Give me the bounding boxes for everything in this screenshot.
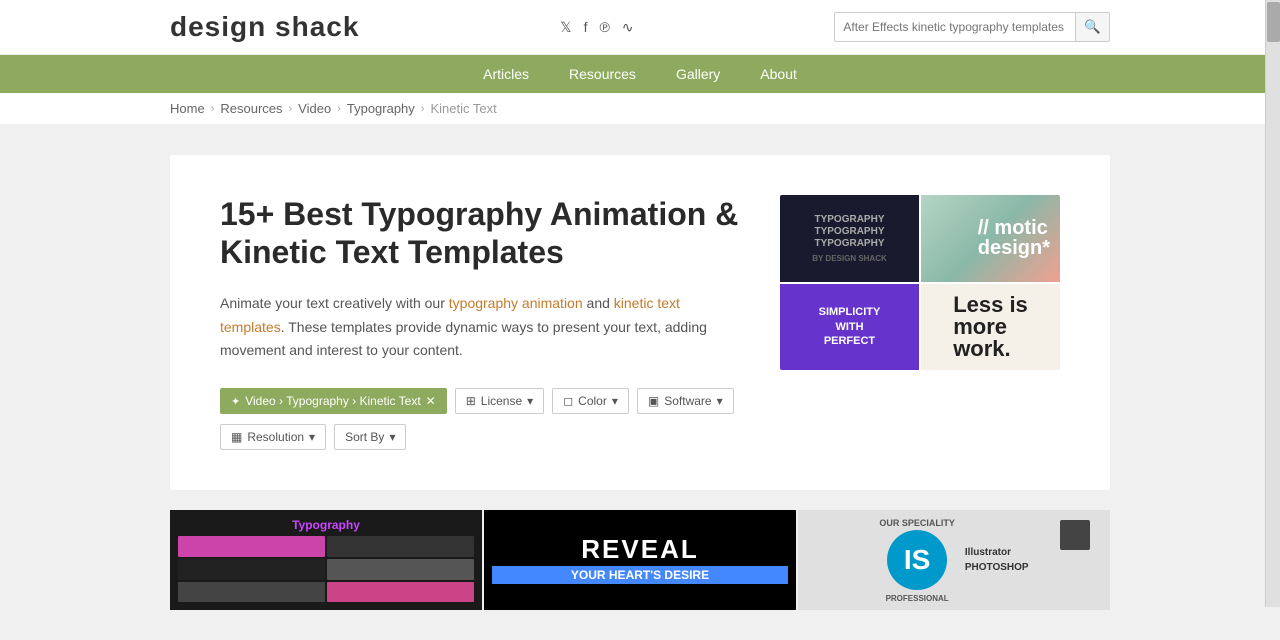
breadcrumb-sep2: ›: [289, 103, 293, 115]
social-icons: 𝕏 f ℗ ∿: [560, 19, 633, 36]
color-chevron: ▾: [612, 394, 618, 408]
thumb3-square: [1060, 520, 1090, 550]
color-label: Color: [578, 394, 607, 408]
scrollbar-thumb[interactable]: [1267, 2, 1280, 42]
thumb1-cell3: [178, 559, 325, 580]
hero-image: TYPOGRAPHY TYPOGRAPHY TYPOGRAPHY BY DESI…: [780, 195, 1060, 370]
thumb1-cell5: [178, 582, 325, 603]
thumb1-grid: [178, 536, 474, 602]
rss-icon[interactable]: ∿: [622, 19, 634, 36]
thumb1-cell2: [327, 536, 474, 557]
thumb2-reveal: REVEAL: [581, 536, 698, 562]
license-label: License: [481, 394, 522, 408]
license-filter-btn[interactable]: ⊞ License ▾: [455, 388, 544, 414]
thumb3-illustrator: Illustrator: [965, 547, 1029, 558]
thumb2-desire: YOUR HEART'S DESIRE: [492, 566, 788, 584]
pinterest-icon[interactable]: ℗: [599, 19, 609, 35]
active-filter-btn[interactable]: ✦ Video › Typography › Kinetic Text ✕: [220, 388, 447, 414]
logo-part2: shack: [275, 11, 359, 42]
thumb1-label: Typography: [292, 518, 360, 532]
active-filter-label: Video › Typography › Kinetic Text: [245, 394, 420, 408]
license-icon: ⊞: [466, 394, 476, 408]
software-icon: ▣: [648, 394, 659, 408]
thumb3-is-text: IS: [904, 544, 930, 576]
page-title: 15+ Best Typography Animation & Kinetic …: [220, 195, 740, 272]
hero-less-text: Less is more work.: [953, 294, 1028, 360]
breadcrumb: Home › Resources › Video › Typography › …: [0, 93, 1280, 125]
page-description: Animate your text creatively with our ty…: [220, 292, 740, 363]
thumb3-right: Illustrator PHOTOSHOP: [965, 547, 1029, 573]
license-chevron: ▾: [527, 394, 533, 408]
content-left: 15+ Best Typography Animation & Kinetic …: [220, 195, 740, 450]
sortby-filter-btn[interactable]: Sort By ▾: [334, 424, 406, 450]
thumb3-top-text: OUR SPECIALITY: [879, 518, 955, 528]
nav-gallery[interactable]: Gallery: [656, 55, 740, 93]
resolution-chevron: ▾: [309, 430, 315, 444]
logo-part1: design: [170, 11, 275, 42]
hero-typography-text: TYPOGRAPHY TYPOGRAPHY TYPOGRAPHY BY DESI…: [812, 214, 887, 263]
hero-cell-typography: TYPOGRAPHY TYPOGRAPHY TYPOGRAPHY BY DESI…: [780, 195, 919, 282]
content-box: 15+ Best Typography Animation & Kinetic …: [170, 155, 1110, 490]
thumbnail-1[interactable]: Typography: [170, 510, 482, 610]
resolution-filter-btn[interactable]: ▦ Resolution ▾: [220, 424, 326, 450]
nav-articles[interactable]: Articles: [463, 55, 549, 93]
main-nav: Articles Resources Gallery About: [0, 55, 1280, 93]
thumb1-cell1: [178, 536, 325, 557]
thumb1-cell4: [327, 559, 474, 580]
resolution-label: Resolution: [247, 430, 304, 444]
breadcrumb-typography[interactable]: Typography: [347, 101, 415, 116]
secondary-filters: ▦ Resolution ▾ Sort By ▾: [220, 424, 740, 450]
breadcrumb-sep3: ›: [337, 103, 341, 115]
breadcrumb-resources[interactable]: Resources: [220, 101, 282, 116]
thumb3-left: OUR SPECIALITY IS PROFESSIONAL: [879, 518, 955, 603]
filters: ✦ Video › Typography › Kinetic Text ✕ ⊞ …: [220, 388, 740, 414]
thumbnail-2[interactable]: REVEAL YOUR HEART'S DESIRE: [484, 510, 796, 610]
tag-icon: ✦: [231, 395, 240, 408]
thumb3-is-circle: IS: [887, 530, 947, 590]
hero-cell-motion: // motic design*: [921, 195, 1060, 282]
nav-resources[interactable]: Resources: [549, 55, 656, 93]
thumb1-cell6: [327, 582, 474, 603]
content-right: TYPOGRAPHY TYPOGRAPHY TYPOGRAPHY BY DESI…: [780, 195, 1060, 450]
resolution-icon: ▦: [231, 430, 242, 444]
header: design shack 𝕏 f ℗ ∿ 🔍: [0, 0, 1280, 55]
site-logo[interactable]: design shack: [170, 11, 359, 43]
twitter-icon[interactable]: 𝕏: [560, 19, 571, 36]
search-bar: 🔍: [834, 12, 1110, 42]
breadcrumb-sep1: ›: [211, 103, 215, 115]
filter-close-icon[interactable]: ✕: [426, 394, 436, 408]
breadcrumb-sep4: ›: [421, 103, 425, 115]
color-icon: ◻: [563, 394, 573, 408]
software-label: Software: [664, 394, 711, 408]
sortby-label: Sort By: [345, 430, 384, 444]
software-filter-btn[interactable]: ▣ Software ▾: [637, 388, 734, 414]
nav-about[interactable]: About: [740, 55, 817, 93]
hero-simplicity-text: SIMPLICITY WITH PERFECT: [819, 305, 881, 348]
sortby-chevron: ▾: [389, 430, 395, 444]
desc-link-typography[interactable]: typography animation: [449, 295, 583, 311]
search-button[interactable]: 🔍: [1075, 12, 1109, 42]
thumb3-photoshop: PHOTOSHOP: [965, 562, 1029, 573]
hero-cell-simplicity: SIMPLICITY WITH PERFECT: [780, 284, 919, 371]
hero-motion-text: // motic design*: [978, 218, 1050, 258]
software-chevron: ▾: [717, 394, 723, 408]
thumbnail-3[interactable]: OUR SPECIALITY IS PROFESSIONAL Illustrat…: [798, 510, 1110, 610]
thumb3-professional: PROFESSIONAL: [879, 594, 955, 603]
hero-cell-less: Less is more work.: [921, 284, 1060, 371]
breadcrumb-home[interactable]: Home: [170, 101, 205, 116]
thumbnails-row: Typography REVEAL YOUR HEART'S DESIRE OU…: [170, 510, 1110, 610]
search-input[interactable]: [835, 16, 1075, 38]
scrollbar[interactable]: [1265, 0, 1280, 607]
main-content: 15+ Best Typography Animation & Kinetic …: [0, 125, 1280, 640]
color-filter-btn[interactable]: ◻ Color ▾: [552, 388, 629, 414]
facebook-icon[interactable]: f: [584, 19, 588, 35]
breadcrumb-video[interactable]: Video: [298, 101, 331, 116]
breadcrumb-current: Kinetic Text: [430, 101, 496, 116]
